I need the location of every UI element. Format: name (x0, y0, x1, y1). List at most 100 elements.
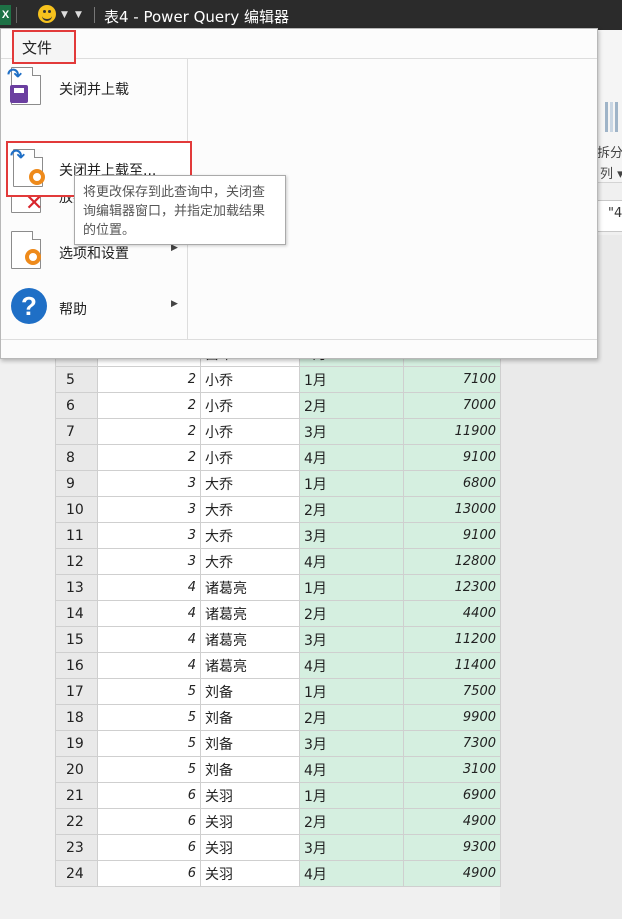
id-cell[interactable]: 2 (97, 418, 201, 445)
month-cell[interactable]: 2月 (299, 808, 404, 835)
table-row: 18 5 刘备 2月 9900 (55, 704, 501, 731)
value-cell[interactable]: 6800 (403, 470, 501, 497)
month-cell[interactable]: 1月 (299, 678, 404, 705)
menu-divider (1, 339, 597, 340)
name-cell[interactable]: 大乔 (200, 548, 300, 575)
month-cell[interactable]: 1月 (299, 782, 404, 809)
month-cell[interactable]: 2月 (299, 496, 404, 523)
id-cell[interactable]: 5 (97, 678, 201, 705)
value-cell[interactable]: 9300 (403, 834, 501, 861)
id-cell[interactable]: 3 (97, 548, 201, 575)
value-cell[interactable]: 4400 (403, 600, 501, 627)
id-cell[interactable]: 3 (97, 470, 201, 497)
value-cell[interactable]: 9900 (403, 704, 501, 731)
name-cell[interactable]: 关羽 (200, 834, 300, 861)
row-index-cell: 16 (55, 652, 98, 679)
menu-item-close-and-load[interactable]: ↷ 关闭并上载 (5, 61, 185, 113)
name-cell[interactable]: 小乔 (200, 418, 300, 445)
value-cell[interactable]: 6900 (403, 782, 501, 809)
month-cell[interactable]: 2月 (299, 600, 404, 627)
feedback-smiley-icon[interactable] (38, 5, 56, 23)
name-cell[interactable]: 诸葛亮 (200, 600, 300, 627)
name-cell[interactable]: 刘备 (200, 756, 300, 783)
name-cell[interactable]: 刘备 (200, 704, 300, 731)
value-cell[interactable]: 11200 (403, 626, 501, 653)
value-cell[interactable]: 7000 (403, 392, 501, 419)
name-cell[interactable]: 大乔 (200, 470, 300, 497)
month-cell[interactable]: 4月 (299, 548, 404, 575)
id-cell[interactable]: 6 (97, 860, 201, 887)
value-cell[interactable]: 9100 (403, 444, 501, 471)
table-row: 10 3 大乔 2月 13000 (55, 496, 501, 523)
menu-item-help[interactable]: ? 帮助 ▶ (5, 281, 185, 333)
id-cell[interactable]: 4 (97, 626, 201, 653)
value-cell[interactable]: 7500 (403, 678, 501, 705)
value-cell[interactable]: 4900 (403, 860, 501, 887)
name-cell[interactable]: 刘备 (200, 730, 300, 757)
customize-quick-access-icon[interactable]: ▼ (75, 10, 82, 20)
name-cell[interactable]: 大乔 (200, 496, 300, 523)
month-cell[interactable]: 1月 (299, 470, 404, 497)
id-cell[interactable]: 4 (97, 600, 201, 627)
value-cell[interactable]: 3100 (403, 756, 501, 783)
value-cell[interactable]: 11400 (403, 652, 501, 679)
name-cell[interactable]: 小乔 (200, 444, 300, 471)
id-cell[interactable]: 5 (97, 756, 201, 783)
split-column-icon[interactable] (605, 102, 618, 132)
name-cell[interactable]: 刘备 (200, 678, 300, 705)
value-cell[interactable]: 12800 (403, 548, 501, 575)
value-cell[interactable]: 7100 (403, 366, 501, 393)
name-cell[interactable]: 关羽 (200, 808, 300, 835)
table-row: 8 2 小乔 4月 9100 (55, 444, 501, 471)
name-cell[interactable]: 关羽 (200, 782, 300, 809)
id-cell[interactable]: 2 (97, 444, 201, 471)
id-cell[interactable]: 2 (97, 366, 201, 393)
value-cell[interactable]: 12300 (403, 574, 501, 601)
row-index-cell: 24 (55, 860, 98, 887)
name-cell[interactable]: 小乔 (200, 392, 300, 419)
id-cell[interactable]: 6 (97, 808, 201, 835)
row-index-cell: 5 (55, 366, 98, 393)
row-index-cell: 11 (55, 522, 98, 549)
month-cell[interactable]: 3月 (299, 834, 404, 861)
id-cell[interactable]: 3 (97, 496, 201, 523)
name-cell[interactable]: 诸葛亮 (200, 574, 300, 601)
name-cell[interactable]: 小乔 (200, 366, 300, 393)
id-cell[interactable]: 4 (97, 574, 201, 601)
value-cell[interactable]: 9100 (403, 522, 501, 549)
split-column-label-2[interactable]: 列 ▾ (600, 163, 622, 182)
id-cell[interactable]: 2 (97, 392, 201, 419)
name-cell[interactable]: 大乔 (200, 522, 300, 549)
file-tab[interactable]: 文件 (12, 30, 76, 64)
month-cell[interactable]: 3月 (299, 418, 404, 445)
name-cell[interactable]: 关羽 (200, 860, 300, 887)
excel-icon[interactable]: X (0, 5, 11, 25)
table-row: 5 2 小乔 1月 7100 (55, 366, 501, 393)
month-cell[interactable]: 2月 (299, 704, 404, 731)
month-cell[interactable]: 3月 (299, 730, 404, 757)
value-cell[interactable]: 11900 (403, 418, 501, 445)
value-cell[interactable]: 4900 (403, 808, 501, 835)
name-cell[interactable]: 诸葛亮 (200, 652, 300, 679)
id-cell[interactable]: 5 (97, 730, 201, 757)
name-cell[interactable]: 诸葛亮 (200, 626, 300, 653)
chevron-down-icon[interactable]: ▼ (61, 10, 68, 20)
month-cell[interactable]: 4月 (299, 860, 404, 887)
month-cell[interactable]: 1月 (299, 574, 404, 601)
id-cell[interactable]: 4 (97, 652, 201, 679)
id-cell[interactable]: 5 (97, 704, 201, 731)
value-cell[interactable]: 13000 (403, 496, 501, 523)
month-cell[interactable]: 4月 (299, 444, 404, 471)
split-column-label[interactable]: 拆分 (597, 142, 622, 161)
id-cell[interactable]: 6 (97, 782, 201, 809)
id-cell[interactable]: 6 (97, 834, 201, 861)
month-cell[interactable]: 2月 (299, 392, 404, 419)
month-cell[interactable]: 1月 (299, 366, 404, 393)
month-cell[interactable]: 4月 (299, 652, 404, 679)
titlebar-divider (16, 7, 27, 23)
month-cell[interactable]: 3月 (299, 522, 404, 549)
month-cell[interactable]: 4月 (299, 756, 404, 783)
value-cell[interactable]: 7300 (403, 730, 501, 757)
month-cell[interactable]: 3月 (299, 626, 404, 653)
id-cell[interactable]: 3 (97, 522, 201, 549)
